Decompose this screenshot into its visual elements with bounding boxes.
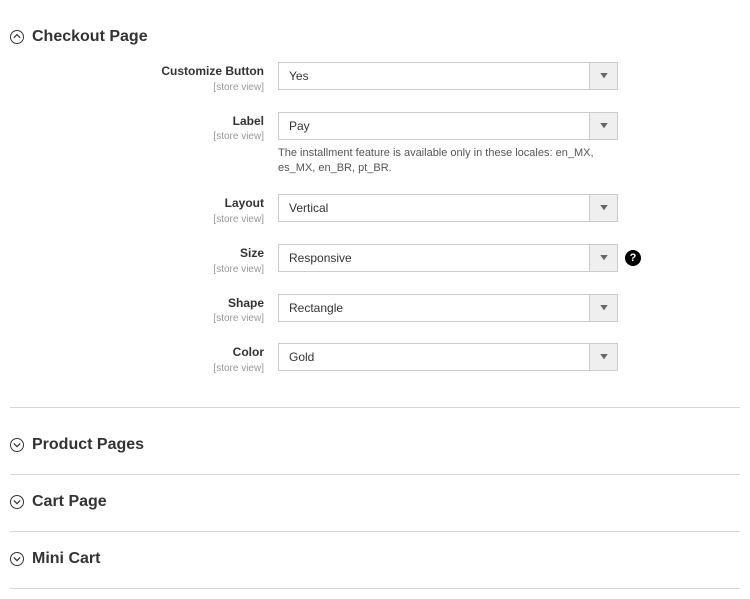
select-value: Yes — [279, 63, 589, 89]
section-mini-cart: Mini Cart — [10, 532, 740, 589]
section-product-pages: Product Pages — [10, 418, 740, 475]
shape-select[interactable]: Rectangle — [278, 294, 618, 322]
section-divider — [10, 407, 740, 408]
chevron-down-icon — [589, 245, 617, 271]
chevron-down-icon — [10, 552, 24, 566]
field-label: Size — [10, 246, 264, 262]
field-label-select: Label [store view] Pay The installment f… — [10, 112, 740, 177]
help-icon[interactable]: ? — [625, 250, 641, 266]
field-shape: Shape [store view] Rectangle — [10, 294, 740, 326]
chevron-down-icon — [10, 495, 24, 509]
section-checkout-page: Checkout Page Customize Button [store vi… — [10, 10, 740, 418]
field-label-col: Color [store view] — [10, 343, 278, 375]
layout-select[interactable]: Vertical — [278, 194, 618, 222]
field-label: Color — [10, 345, 264, 361]
field-label-col: Label [store view] — [10, 112, 278, 144]
field-customize-button: Customize Button [store view] Yes — [10, 62, 740, 94]
select-value: Vertical — [279, 195, 589, 221]
chevron-down-icon — [589, 63, 617, 89]
customize-button-select[interactable]: Yes — [278, 62, 618, 90]
select-value: Pay — [279, 113, 589, 139]
field-scope: [store view] — [10, 81, 264, 94]
chevron-up-icon — [10, 30, 24, 44]
field-control: Gold — [278, 343, 618, 371]
field-control: Responsive — [278, 244, 618, 272]
section-title: Mini Cart — [32, 550, 100, 568]
select-value: Responsive — [279, 245, 589, 271]
field-scope: [store view] — [10, 263, 264, 276]
field-color: Color [store view] Gold — [10, 343, 740, 375]
field-scope: [store view] — [10, 312, 264, 325]
field-scope: [store view] — [10, 213, 264, 226]
chevron-down-icon — [589, 295, 617, 321]
select-value: Gold — [279, 344, 589, 370]
section-header-cart[interactable]: Cart Page — [10, 483, 740, 521]
field-label-col: Size [store view] — [10, 244, 278, 276]
section-title: Checkout Page — [32, 28, 148, 46]
field-label: Layout — [10, 196, 264, 212]
field-label: Shape — [10, 296, 264, 312]
section-header-minicart[interactable]: Mini Cart — [10, 540, 740, 578]
chevron-down-icon — [589, 195, 617, 221]
field-scope: [store view] — [10, 130, 264, 143]
chevron-down-icon — [589, 344, 617, 370]
section-title: Product Pages — [32, 436, 144, 454]
field-control: Pay The installment feature is available… — [278, 112, 618, 177]
label-select[interactable]: Pay — [278, 112, 618, 140]
checkout-fields: Customize Button [store view] Yes Label … — [10, 56, 740, 397]
chevron-down-icon — [589, 113, 617, 139]
select-value: Rectangle — [279, 295, 589, 321]
field-size: Size [store view] Responsive ? — [10, 244, 740, 276]
field-note: The installment feature is available onl… — [278, 146, 618, 177]
color-select[interactable]: Gold — [278, 343, 618, 371]
field-label-col: Layout [store view] — [10, 194, 278, 226]
field-control: Rectangle — [278, 294, 618, 322]
section-cart-page: Cart Page — [10, 475, 740, 532]
field-layout: Layout [store view] Vertical — [10, 194, 740, 226]
chevron-down-icon — [10, 438, 24, 452]
field-label-col: Customize Button [store view] — [10, 62, 278, 94]
section-title: Cart Page — [32, 493, 107, 511]
section-header-checkout[interactable]: Checkout Page — [10, 18, 740, 56]
field-label-col: Shape [store view] — [10, 294, 278, 326]
field-control: Yes — [278, 62, 618, 90]
field-label: Customize Button — [10, 64, 264, 80]
field-label: Label — [10, 114, 264, 130]
size-select[interactable]: Responsive — [278, 244, 618, 272]
size-help: ? — [618, 244, 648, 266]
field-control: Vertical — [278, 194, 618, 222]
field-scope: [store view] — [10, 362, 264, 375]
section-header-product[interactable]: Product Pages — [10, 426, 740, 464]
